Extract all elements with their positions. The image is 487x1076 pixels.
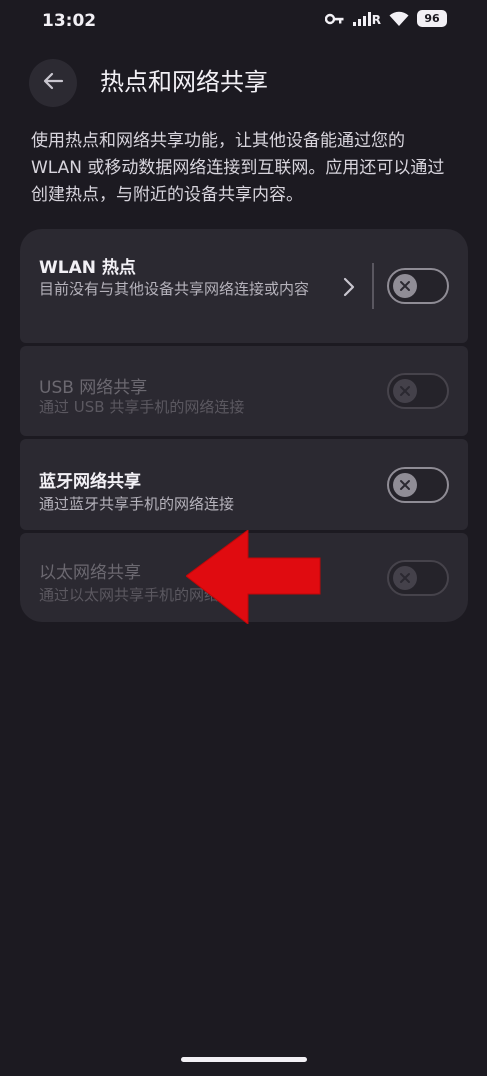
status-icons: R 96	[324, 10, 447, 27]
status-time: 13:02	[42, 11, 97, 31]
battery-icon: 96	[417, 10, 447, 27]
ethernet-tethering-toggle[interactable]	[387, 560, 449, 596]
back-button[interactable]	[29, 59, 77, 107]
bluetooth-tethering-row[interactable]: 蓝牙网络共享 通过蓝牙共享手机的网络连接	[20, 439, 468, 530]
page-title: 热点和网络共享	[100, 68, 268, 96]
toggle-off-icon	[393, 473, 417, 497]
page-description: 使用热点和网络共享功能，让其他设备能通过您的 WLAN 或移动数据网络连接到互联…	[31, 131, 445, 205]
wifi-icon	[389, 11, 409, 27]
signal-icon: R	[352, 11, 381, 27]
key-icon	[324, 12, 345, 26]
chevron-right-icon[interactable]	[342, 277, 356, 301]
wlan-hotspot-title: WLAN 热点	[39, 258, 136, 278]
back-arrow-icon	[42, 70, 64, 96]
wlan-hotspot-toggle[interactable]	[387, 268, 449, 304]
bluetooth-tethering-toggle[interactable]	[387, 467, 449, 503]
toggle-off-icon	[393, 566, 417, 590]
home-indicator[interactable]	[181, 1057, 307, 1062]
usb-tethering-summary: 通过 USB 共享手机的网络连接	[39, 398, 245, 416]
toggle-off-icon	[393, 379, 417, 403]
roaming-label: R	[371, 12, 381, 27]
row-divider	[372, 263, 374, 309]
wlan-hotspot-summary: 目前没有与其他设备共享网络连接或内容	[39, 280, 310, 298]
ethernet-tethering-title: 以太网络共享	[39, 563, 141, 583]
toggle-off-icon	[393, 274, 417, 298]
bluetooth-tethering-summary: 通过蓝牙共享手机的网络连接	[39, 495, 235, 513]
red-arrow-annotation	[185, 529, 322, 628]
bluetooth-tethering-title: 蓝牙网络共享	[39, 472, 141, 492]
usb-tethering-toggle[interactable]	[387, 373, 449, 409]
wlan-hotspot-row[interactable]: WLAN 热点 目前没有与其他设备共享网络连接或内容	[20, 229, 468, 343]
status-bar: 13:02 R 96	[0, 0, 487, 44]
usb-tethering-row[interactable]: USB 网络共享 通过 USB 共享手机的网络连接	[20, 346, 468, 436]
